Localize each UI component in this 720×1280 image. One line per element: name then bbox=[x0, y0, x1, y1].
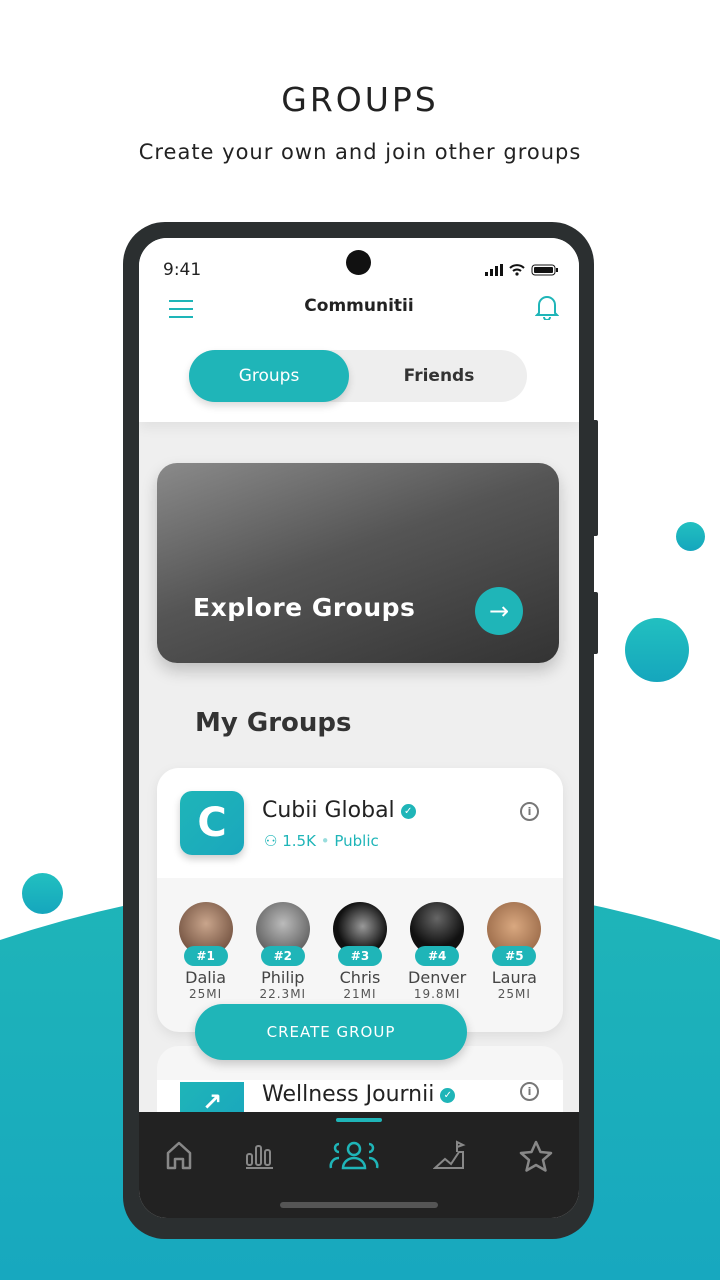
explore-label: Explore Groups bbox=[193, 593, 416, 622]
member[interactable]: #2 Philip 22.3MI bbox=[248, 902, 318, 1001]
home-indicator bbox=[280, 1202, 438, 1208]
groups-icon[interactable] bbox=[327, 1140, 381, 1170]
phone-frame: 9:41 Communitii Groups Friends Explore G… bbox=[123, 222, 594, 1239]
member[interactable]: #3 Chris 21MI bbox=[325, 902, 395, 1001]
group-card[interactable]: C Cubii Global ✓ ⚇ 1.5K • Public i #1 Dali… bbox=[157, 768, 563, 1032]
group-name: Wellness Journii ✓ bbox=[262, 1082, 456, 1107]
group-meta: ⚇ 1.5K • Public bbox=[264, 832, 379, 850]
status-time: 9:41 bbox=[163, 260, 202, 280]
battery-icon bbox=[531, 264, 558, 276]
bell-icon[interactable] bbox=[535, 294, 559, 320]
tab-friends[interactable]: Friends bbox=[369, 350, 509, 402]
member[interactable]: #1 Dalia 25MI bbox=[171, 902, 241, 1001]
create-group-button[interactable]: CREATE GROUP bbox=[195, 1004, 467, 1060]
explore-groups-banner[interactable]: Explore Groups → bbox=[157, 463, 559, 663]
wifi-icon bbox=[509, 264, 525, 276]
decor-dot bbox=[625, 618, 689, 682]
status-icons bbox=[485, 264, 559, 276]
segmented-control: Groups Friends bbox=[189, 350, 527, 402]
signal-icon bbox=[485, 264, 503, 276]
section-title: My Groups bbox=[195, 708, 352, 738]
promo-headline: GROUPS bbox=[281, 80, 439, 119]
arrow-right-icon[interactable]: → bbox=[475, 587, 523, 635]
progress-flag-icon[interactable] bbox=[433, 1140, 467, 1170]
info-icon[interactable]: i bbox=[520, 802, 539, 821]
member[interactable]: #4 Denver 19.8MI bbox=[402, 902, 472, 1001]
star-icon[interactable] bbox=[519, 1140, 553, 1172]
promo-subtitle: Create your own and join other groups bbox=[138, 140, 582, 164]
active-indicator bbox=[336, 1118, 382, 1122]
verified-icon: ✓ bbox=[400, 803, 416, 819]
app-screen: 9:41 Communitii Groups Friends Explore G… bbox=[139, 238, 579, 1218]
group-logo: C bbox=[180, 791, 244, 855]
home-icon[interactable] bbox=[165, 1140, 193, 1170]
app-header: 9:41 Communitii Groups Friends bbox=[139, 238, 579, 422]
bottom-nav bbox=[139, 1112, 579, 1218]
decor-dot bbox=[676, 522, 705, 551]
group-name: Cubii Global ✓ bbox=[262, 798, 416, 823]
app-title: Communitii bbox=[304, 296, 414, 316]
verified-icon: ✓ bbox=[440, 1087, 456, 1103]
bar-chart-icon[interactable] bbox=[245, 1140, 275, 1170]
info-icon[interactable]: i bbox=[520, 1082, 539, 1101]
member[interactable]: #5 Laura 25MI bbox=[479, 902, 549, 1001]
members-icon: ⚇ bbox=[264, 832, 278, 850]
camera bbox=[346, 250, 371, 275]
decor-dot bbox=[22, 873, 63, 914]
tab-groups[interactable]: Groups bbox=[189, 350, 349, 402]
leaderboard: #1 Dalia 25MI #2 Philip 22.3MI #3 Chris 21MI #… bbox=[157, 878, 563, 1001]
